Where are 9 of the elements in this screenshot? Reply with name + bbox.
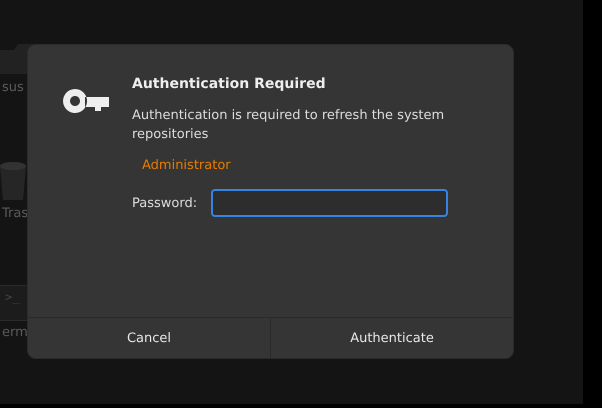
user-name: Administrator: [142, 158, 232, 173]
desktop-icon-label[interactable]: Tras: [0, 206, 28, 221]
password-field[interactable]: [211, 189, 448, 217]
password-label: Password:: [132, 196, 198, 210]
key-icon: [63, 89, 109, 113]
desktop-icon-label[interactable]: sus: [0, 80, 24, 95]
desktop-icon-label[interactable]: erm: [0, 325, 28, 340]
dialog-title: Authentication Required: [132, 76, 327, 92]
dialog-message: Authentication is required to refresh the system repositories: [132, 107, 446, 144]
